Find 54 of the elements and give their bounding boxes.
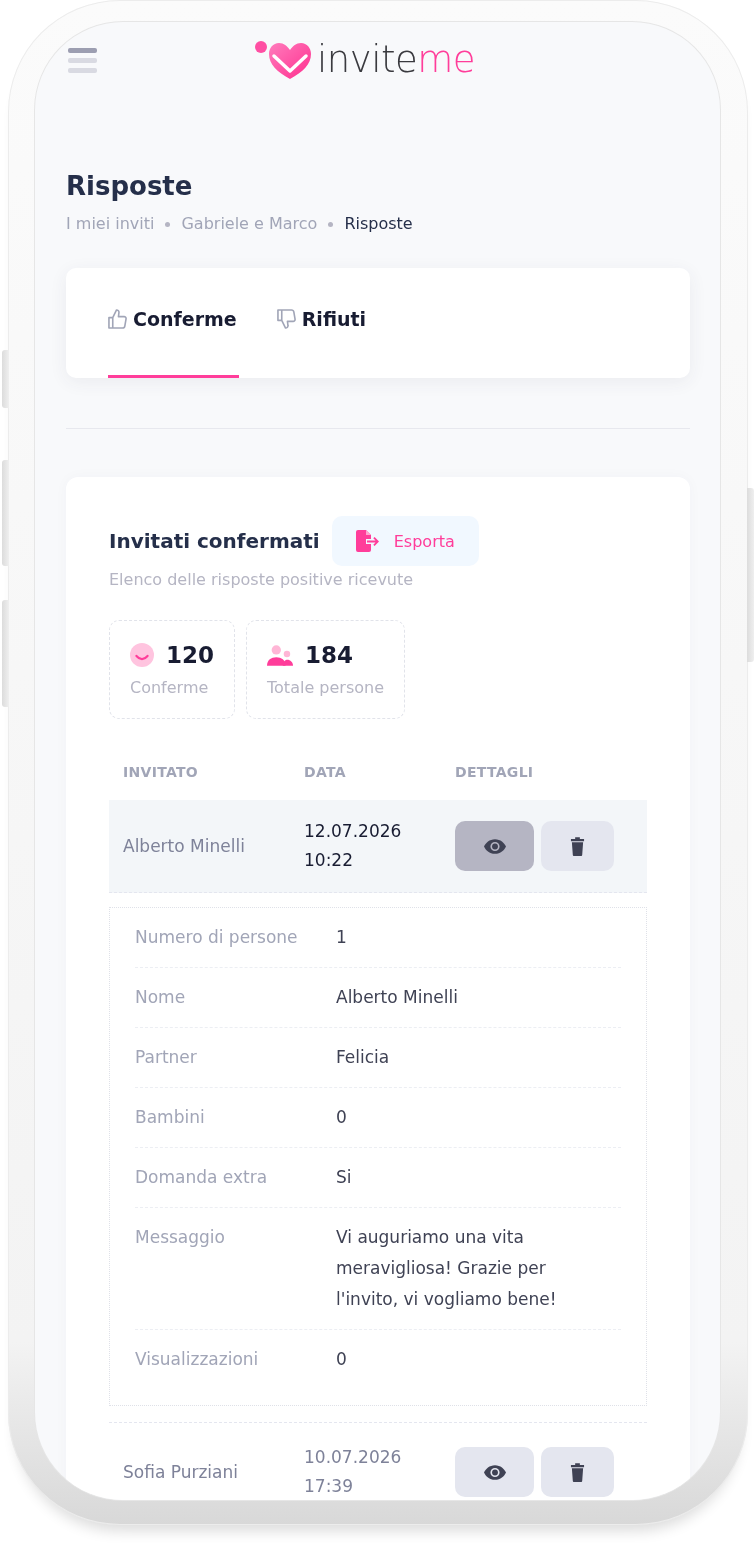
thumbs-up-icon (108, 308, 127, 329)
guest-name: Sofia Purziani (122, 1462, 239, 1482)
response-date: 10.07.2026 (304, 1446, 402, 1469)
guest-name: Alberto Minelli (122, 836, 246, 856)
card-subtitle: Elenco delle risposte positive ricevute (109, 569, 415, 591)
delete-button[interactable] (541, 821, 614, 871)
detail-value: 1 (336, 926, 348, 949)
detail-label: Partner (135, 1046, 198, 1069)
stat-label: Totale persone (267, 677, 384, 699)
column-header: DATA (303, 763, 347, 782)
card-title: Invitati confermati (109, 528, 320, 555)
detail-label: Numero di persone (135, 926, 299, 949)
heart-logo-icon (255, 40, 311, 80)
response-time: 10:22 (304, 849, 353, 872)
detail-label: Messaggio (135, 1226, 226, 1249)
detail-label: Domanda extra (135, 1166, 269, 1189)
detail-value: Felicia (336, 1046, 391, 1069)
detail-label: Visualizzazioni (135, 1348, 260, 1371)
page-title: Risposte (66, 170, 194, 202)
detail-value: Vi auguriamo una vita meravigliosa! Grazie per l'invito, vi vogliamo bene! (336, 1226, 558, 1311)
bullet-icon (328, 221, 334, 227)
file-export-icon (355, 530, 380, 552)
detail-label: Nome (135, 986, 187, 1009)
stat-label: Conferme (130, 677, 210, 699)
phone-edge-drawing (2, 350, 9, 408)
trash-icon (570, 836, 585, 856)
breadcrumb-link[interactable]: I miei inviti (66, 212, 155, 236)
view-button[interactable] (455, 821, 534, 871)
column-header: DETTAGLI (454, 763, 535, 782)
people-icon (267, 644, 293, 666)
eye-icon (483, 838, 506, 854)
response-time: 17:39 (304, 1475, 353, 1498)
detail-value: 0 (336, 1348, 348, 1371)
thumbs-down-icon (276, 308, 296, 329)
export-button[interactable]: Esporta (331, 516, 479, 566)
detail-value: 0 (336, 1106, 348, 1129)
breadcrumb-current: Risposte (344, 213, 413, 235)
view-button[interactable] (455, 1447, 534, 1497)
tab[interactable]: Conferme (108, 268, 239, 378)
stat-value: 120 (166, 641, 214, 670)
tab[interactable]: Rifiuti (276, 268, 369, 378)
smile-icon (130, 643, 154, 667)
logo-wordmark: inviteme (317, 40, 475, 80)
bullet-icon (165, 221, 171, 227)
detail-label: Bambini (135, 1106, 206, 1129)
detail-value: Si (336, 1166, 353, 1189)
detail-value: Alberto Minelli (336, 986, 459, 1009)
column-header: INVITATO (122, 763, 200, 782)
eye-icon (483, 1464, 506, 1480)
stat-value: 184 (305, 641, 354, 670)
delete-button[interactable] (541, 1447, 614, 1497)
trash-icon (570, 1462, 585, 1482)
response-date: 12.07.2026 (304, 820, 402, 843)
breadcrumb-link[interactable]: Gabriele e Marco (181, 212, 318, 236)
